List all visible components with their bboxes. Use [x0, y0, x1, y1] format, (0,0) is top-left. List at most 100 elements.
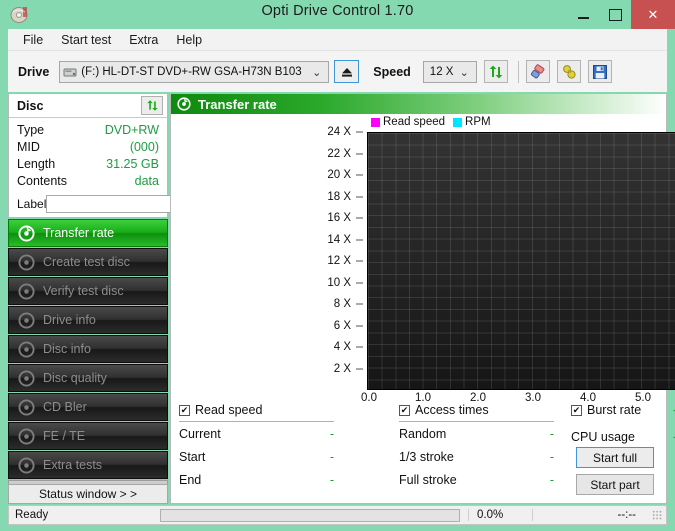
y-tick-6: 6 X [333, 319, 351, 332]
disc-key-length: Length [17, 157, 56, 171]
burst-rate-checkbox[interactable]: ✔ [571, 404, 582, 416]
disc-refresh-button[interactable] [141, 96, 163, 115]
stat-key-third-stroke: 1/3 stroke [399, 449, 454, 464]
menu-item-file[interactable]: File [14, 31, 52, 49]
y-tick-12: 12 X [327, 255, 351, 267]
transfer-rate-chart: Read speed RPM 24 X 22 X 20 X 18 X 16 X … [171, 114, 675, 410]
read-speed-checkbox-row[interactable]: ✔ Read speed [179, 402, 334, 418]
chart-plot-area[interactable] [367, 132, 675, 390]
menu-bar: File Start test Extra Help [8, 29, 667, 51]
stats-section: ✔ Read speed Current - Start - End - ✔ A… [171, 402, 675, 504]
sidebar-label-fe-te: FE / TE [43, 429, 86, 443]
sidebar-item-disc-info[interactable]: Disc info [8, 335, 168, 363]
disc-key-mid: MID [17, 140, 40, 154]
disc-label-key: Label [17, 197, 47, 211]
burst-rate-checkbox-row[interactable]: ✔ Burst rate - [571, 402, 675, 418]
eject-button[interactable] [334, 60, 360, 83]
stats-column-burst-rate: ✔ Burst rate - CPU usage - [571, 402, 675, 448]
menu-item-start-test[interactable]: Start test [52, 31, 120, 49]
panel-header: Transfer rate [171, 94, 666, 114]
disc-key-type: Type [17, 123, 45, 137]
stat-key-cpu-usage: CPU usage [571, 429, 635, 444]
toolbar-divider [517, 60, 519, 83]
sidebar-item-verify-test-disc[interactable]: Verify test disc [8, 277, 168, 305]
stat-key-full-stroke: Full stroke [399, 472, 457, 487]
sidebar-item-create-test-disc[interactable]: Create test disc [8, 248, 168, 276]
legend-label-rpm: RPM [465, 116, 491, 128]
access-times-checkbox-row[interactable]: ✔ Access times [399, 402, 554, 418]
disc-icon [18, 369, 35, 387]
transfer-rate-panel: Transfer rate Read speed RPM 24 X 22 X 2… [170, 93, 675, 504]
start-full-button[interactable]: Start full [576, 447, 654, 468]
read-speed-checkbox[interactable]: ✔ [179, 404, 190, 416]
stats-column-access-times: ✔ Access times Random - 1/3 stroke - Ful… [399, 402, 554, 491]
toolbar: Drive (F:) HL-DT-ST DVD+-RW GSA-H73N B10… [8, 51, 667, 92]
close-button[interactable]: ✕ [631, 0, 675, 29]
stat-row-current: Current - [179, 422, 334, 445]
y-tick-2: 2 X [333, 362, 351, 375]
panel-title: Transfer rate [198, 96, 277, 112]
start-part-button[interactable]: Start part [576, 474, 654, 495]
stat-value-random: - [549, 426, 554, 441]
disc-info-rows: Type DVD+RW MID (000) Length 31.25 GB Co… [9, 118, 217, 214]
disc-panel-header: Disc [9, 94, 167, 118]
y-tick-18: 18 X [327, 190, 351, 203]
access-times-checkbox[interactable]: ✔ [399, 404, 410, 416]
disc-key-contents: Contents [17, 174, 68, 188]
minimize-button[interactable] [567, 0, 599, 29]
sidebar-nav: Transfer rate Create test disc Verify te… [8, 219, 168, 494]
drive-label: Drive [18, 64, 50, 79]
stat-row-end: End - [179, 468, 334, 491]
sidebar-item-extra-tests[interactable]: Extra tests [8, 451, 168, 479]
disc-value-length: 31.25 GB [106, 157, 159, 171]
read-speed-label: Read speed [195, 403, 263, 417]
speed-value: 12 X [429, 65, 454, 78]
stat-row-cpu-usage: CPU usage - [571, 425, 675, 448]
disc-row-mid: MID (000) [17, 139, 159, 156]
status-window-button[interactable]: Status window > > [8, 484, 168, 504]
transfer-rate-icon [177, 97, 191, 111]
speed-label: Speed [373, 64, 411, 79]
stat-key-start: Start [179, 449, 206, 464]
sidebar-item-transfer-rate[interactable]: Transfer rate [8, 219, 168, 247]
stat-value-current: - [329, 426, 334, 441]
app-window: Opti Drive Control 1.70 ✕ File Start tes… [0, 0, 675, 531]
stat-key-random: Random [399, 426, 447, 441]
speed-select[interactable]: 12 X ⌄ [422, 60, 477, 83]
disc-icon [18, 456, 35, 474]
sidebar-item-disc-quality[interactable]: Disc quality [8, 364, 168, 392]
legend-item-read-speed: Read speed [371, 116, 445, 128]
refresh-button[interactable] [483, 60, 508, 83]
stat-row-start: Start - [179, 445, 334, 468]
eraser-icon [530, 63, 545, 78]
plug-button[interactable] [556, 60, 581, 83]
disc-value-mid: (000) [129, 140, 159, 154]
legend-label-read-speed: Read speed [383, 116, 446, 128]
y-tick-10: 10 X [327, 276, 351, 289]
legend-swatch-read-speed [371, 117, 380, 127]
maximize-button[interactable] [599, 0, 631, 29]
drive-icon [63, 68, 77, 76]
refresh-icon [146, 100, 158, 111]
y-tick-24: 24 X [327, 126, 351, 138]
sidebar-item-drive-info[interactable]: Drive info [8, 306, 168, 334]
sidebar-item-fe-te[interactable]: FE / TE [8, 422, 168, 450]
save-button[interactable] [587, 60, 612, 83]
sidebar-label-cd-bler: CD Bler [43, 400, 87, 414]
stat-row-third-stroke: 1/3 stroke - [399, 445, 554, 468]
sidebar-label-extra-tests: Extra tests [43, 458, 103, 472]
sidebar-item-cd-bler[interactable]: CD Bler [8, 393, 168, 421]
erase-button[interactable] [525, 60, 550, 83]
menu-item-help[interactable]: Help [167, 31, 211, 49]
y-tick-4: 4 X [333, 341, 351, 353]
menu-item-extra[interactable]: Extra [120, 31, 167, 49]
stat-row-random: Random - [399, 422, 554, 445]
disc-icon [18, 340, 35, 358]
maximize-icon [608, 8, 622, 21]
drive-select[interactable]: (F:) HL-DT-ST DVD+-RW GSA-H73N B103 ⌄ [59, 60, 330, 83]
sidebar-label-disc-quality: Disc quality [43, 371, 107, 385]
disc-green-icon [18, 224, 35, 242]
resize-grip[interactable] [652, 510, 662, 520]
legend-item-rpm: RPM [453, 116, 491, 128]
chart-gridlines [368, 133, 675, 389]
